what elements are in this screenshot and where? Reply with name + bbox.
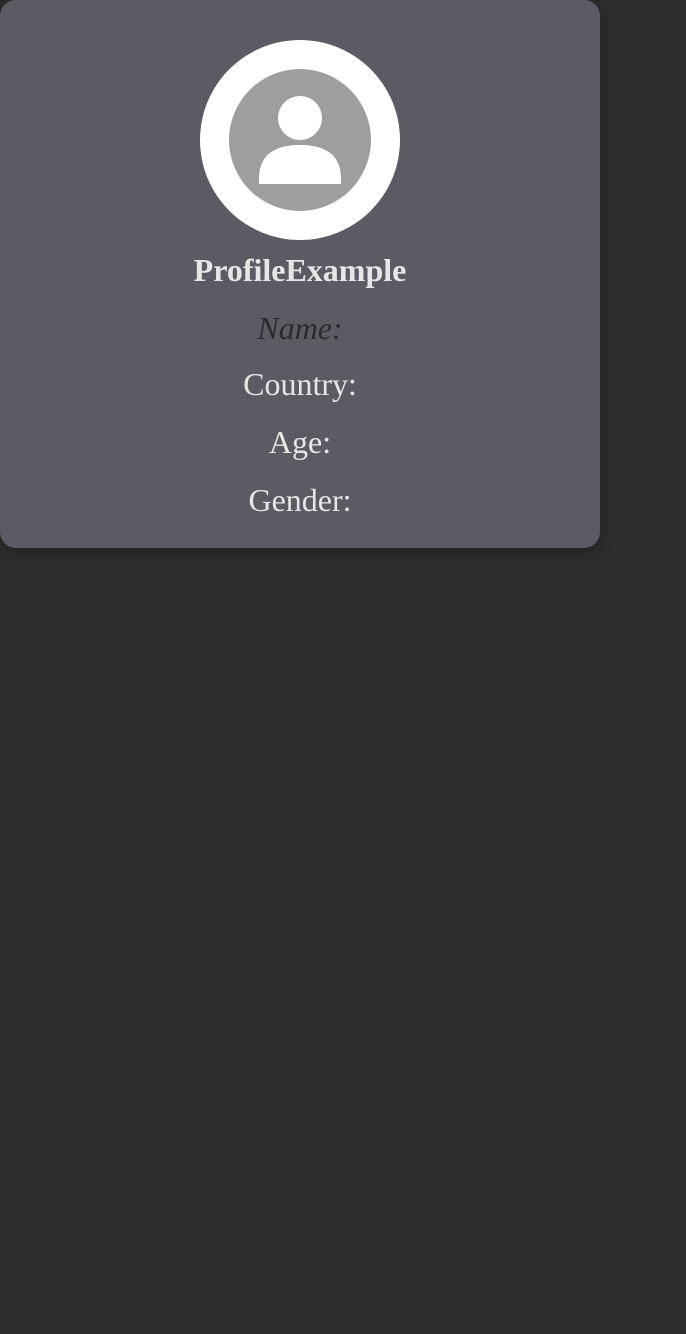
profile-card: ProfileExample Name: Country: Age: Gende… — [0, 0, 600, 548]
profile-title: ProfileExample — [193, 252, 407, 288]
gender-label: Gender: — [248, 482, 352, 518]
age-label: Age: — [268, 424, 332, 460]
avatar-circle — [229, 69, 371, 211]
name-label: Name: — [257, 310, 343, 346]
avatar — [200, 40, 400, 240]
country-label: Country: — [243, 366, 357, 402]
user-silhouette-icon — [259, 96, 341, 184]
